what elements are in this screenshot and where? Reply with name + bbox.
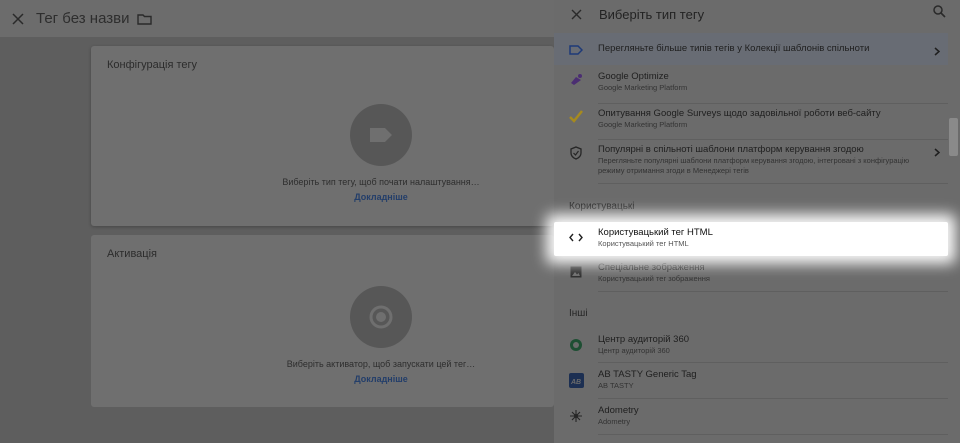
panel-title: Виберіть тип тегу: [599, 6, 705, 22]
tag-configuration-card[interactable]: Конфігурація тегу Виберіть тип тегу, щоб…: [91, 46, 554, 226]
tag-type-placeholder[interactable]: [350, 104, 412, 166]
search-button[interactable]: [933, 5, 946, 23]
list-item-custom-html[interactable]: Користувацький тег HTML Користувацький т…: [554, 222, 948, 256]
row-subtitle: Центр аудиторій 360: [598, 346, 670, 355]
image-icon: [570, 266, 582, 278]
card-title: Активація: [107, 248, 157, 260]
tag-outline-icon: [569, 45, 583, 55]
triggering-card[interactable]: Активація Виберіть активатор, щоб запуск…: [91, 235, 554, 407]
list-item-custom-image[interactable]: Спеціальне зображення Користувацький тег…: [554, 258, 948, 292]
code-icon: [569, 233, 583, 242]
row-name: Google Optimize: [598, 71, 669, 82]
row-name: Користувацький тег HTML: [598, 227, 713, 238]
shield-icon: [570, 146, 582, 160]
row-name: AB TASTY Generic Tag: [598, 369, 697, 380]
list-item-adometry[interactable]: Adometry Adometry: [554, 402, 948, 435]
checkmark-icon: [569, 110, 583, 123]
list-item-google-optimize[interactable]: Google Optimize Google Marketing Platfor…: [554, 71, 948, 104]
trigger-icon: [369, 305, 393, 329]
row-subtitle: Google Marketing Platform: [598, 83, 688, 92]
card-title: Конфігурація тегу: [107, 59, 198, 71]
row-name: Популярні в спільноті шаблони платформ к…: [598, 144, 864, 155]
close-icon: [12, 12, 24, 25]
section-label-custom: Користувацькі: [569, 201, 635, 212]
row-name: Adometry: [598, 405, 639, 416]
tag-name-title[interactable]: Тег без назви: [36, 10, 129, 27]
google-optimize-icon: [571, 74, 582, 85]
trigger-placeholder[interactable]: [350, 286, 412, 348]
community-gallery-row[interactable]: Перегляньте більше типів тегів у Колекці…: [554, 33, 948, 65]
row-subtitle: AB TASTY: [598, 381, 634, 390]
folder-icon[interactable]: [137, 13, 153, 25]
svg-text:AB: AB: [570, 379, 581, 386]
editor-header: Тег без назви: [0, 0, 554, 37]
close-editor-button[interactable]: [0, 12, 36, 25]
row-subtitle: Користувацький тег зображення: [598, 274, 710, 283]
row-name: Опитування Google Surveys щодо задовільн…: [598, 108, 881, 119]
list-item-google-surveys[interactable]: Опитування Google Surveys щодо задовільн…: [554, 108, 948, 140]
list-item-audience-center[interactable]: Центр аудиторій 360 Центр аудиторій 360: [554, 330, 948, 363]
chevron-right-icon: [934, 46, 940, 56]
row-subtitle: Adometry: [598, 417, 631, 426]
ab-tasty-icon: AB: [568, 373, 584, 388]
section-label-other: Інші: [569, 308, 588, 319]
row-subtitle: Google Marketing Platform: [598, 120, 688, 129]
row-name: Центр аудиторій 360: [598, 334, 690, 345]
row-name: Перегляньте більше типів тегів у Колекці…: [598, 43, 870, 54]
adometry-icon: [570, 410, 582, 422]
list-item-consent-templates[interactable]: Популярні в спільноті шаблони платформ к…: [554, 144, 948, 184]
close-panel-button[interactable]: [554, 9, 598, 20]
panel-scrollbar[interactable]: [949, 118, 958, 156]
chevron-right-icon: [934, 148, 940, 157]
tag-icon: [370, 128, 392, 142]
row-name: Спеціальне зображення: [598, 262, 705, 273]
panel-header: Виберіть тип тегу: [554, 0, 960, 28]
row-subtitle: Перегляньте популярні шаблони платформ к…: [598, 156, 910, 175]
search-icon: [933, 5, 946, 18]
row-subtitle: Користувацький тег HTML: [598, 239, 689, 248]
audience-center-icon: [570, 339, 582, 351]
list-item-ab-tasty[interactable]: AB AB TASTY Generic Tag AB TASTY: [554, 366, 948, 399]
close-icon: [571, 9, 581, 19]
